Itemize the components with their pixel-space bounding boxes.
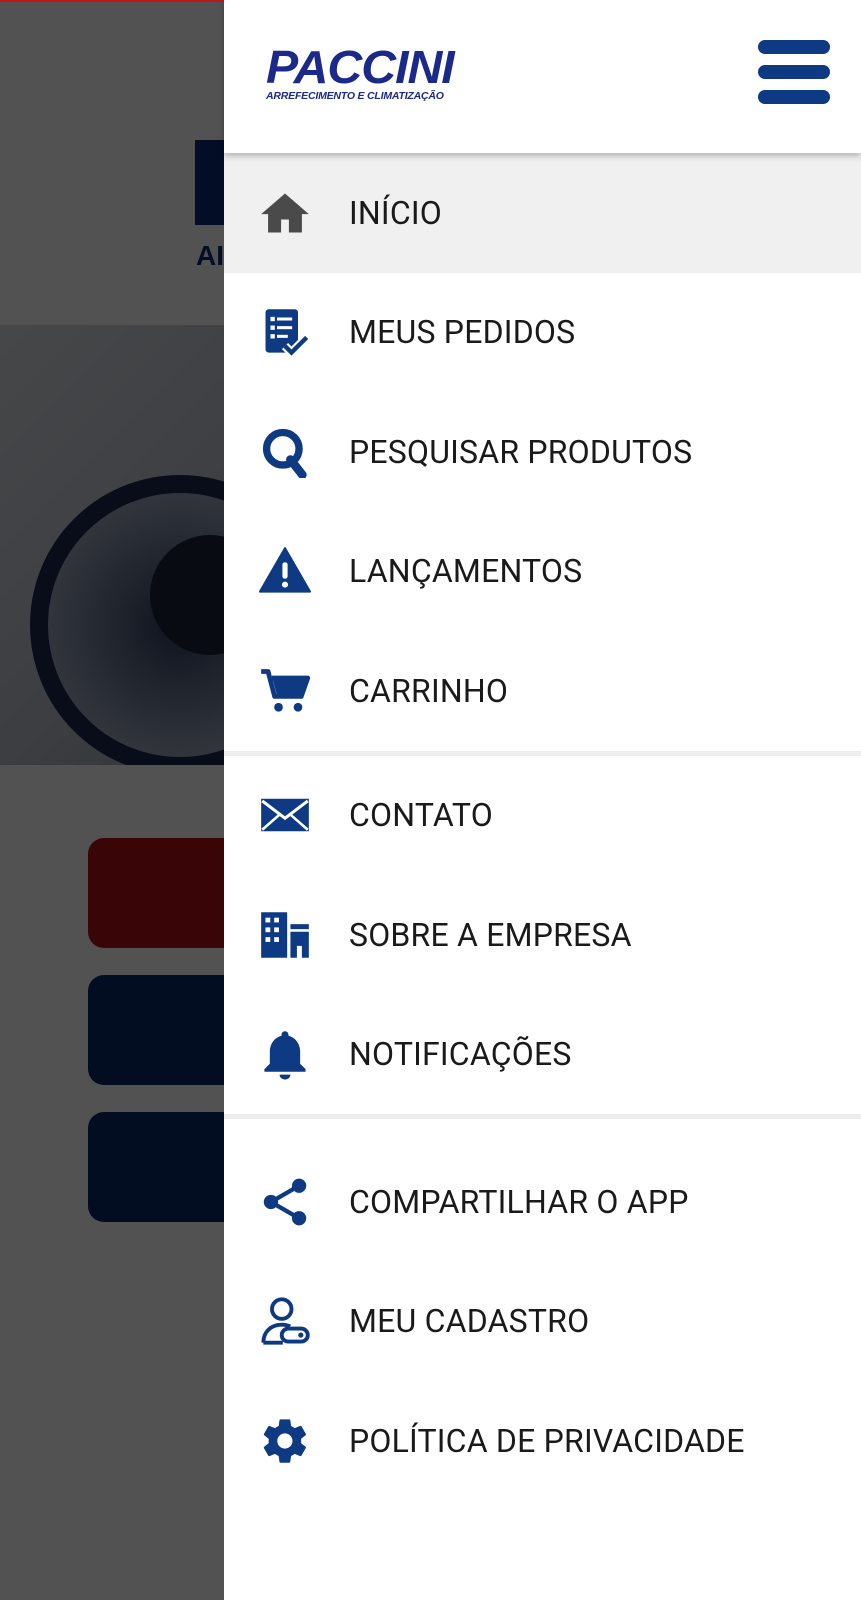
menu-item-label: CONTATO [349,796,494,835]
menu-item-label: CARRINHO [349,671,509,710]
share-icon [258,1175,312,1229]
menu-item-label: POLÍTICA DE PRIVACIDADE [349,1421,745,1460]
bell-icon [258,1027,312,1081]
menu-divider [224,1114,861,1119]
drawer-menu: INÍCIO MEUS PEDIDOS PESQUISAR PRODUTOS L… [224,153,861,1501]
paccini-logo: PACCINI ARREFECIMENTO E CLIMATIZAÇÃO [266,44,455,102]
menu-item-meus-pedidos[interactable]: MEUS PEDIDOS [224,273,861,393]
menu-item-politica-de-privacidade[interactable]: POLÍTICA DE PRIVACIDADE [224,1381,861,1501]
search-icon [258,425,312,479]
menu-item-label: MEUS PEDIDOS [349,313,576,352]
menu-item-carrinho[interactable]: CARRINHO [224,631,861,751]
menu-item-label: NOTIFICAÇÕES [349,1035,572,1074]
navigation-drawer: PACCINI ARREFECIMENTO E CLIMATIZAÇÃO INÍ… [224,0,861,1600]
gear-icon [258,1414,312,1468]
menu-item-notificacoes[interactable]: NOTIFICAÇÕES [224,995,861,1115]
hamburger-menu-icon[interactable] [758,40,830,106]
warning-icon [258,544,312,598]
menu-item-inicio[interactable]: INÍCIO [224,153,861,273]
logo-wordmark: PACCINI [266,41,455,93]
menu-item-label: COMPARTILHAR O APP [349,1182,689,1221]
drawer-header: PACCINI ARREFECIMENTO E CLIMATIZAÇÃO [224,0,861,153]
menu-item-label: LANÇAMENTOS [349,552,583,591]
user-key-icon [258,1294,312,1348]
menu-item-label: SOBRE A EMPRESA [349,915,632,954]
menu-item-label: PESQUISAR PRODUTOS [349,432,693,471]
menu-item-compartilhar-o-app[interactable]: COMPARTILHAR O APP [224,1142,861,1262]
menu-item-label: MEU CADASTRO [349,1302,590,1341]
menu-item-lancamentos[interactable]: LANÇAMENTOS [224,512,861,632]
menu-item-sobre-a-empresa[interactable]: SOBRE A EMPRESA [224,875,861,995]
home-icon [258,186,312,240]
building-icon [258,908,312,962]
menu-item-contato[interactable]: CONTATO [224,756,861,876]
envelope-icon [258,788,312,842]
cart-icon [258,664,312,718]
menu-item-pesquisar-produtos[interactable]: PESQUISAR PRODUTOS [224,392,861,512]
order-list-icon [258,305,312,359]
menu-item-label: INÍCIO [349,193,442,232]
menu-item-meu-cadastro[interactable]: MEU CADASTRO [224,1262,861,1382]
